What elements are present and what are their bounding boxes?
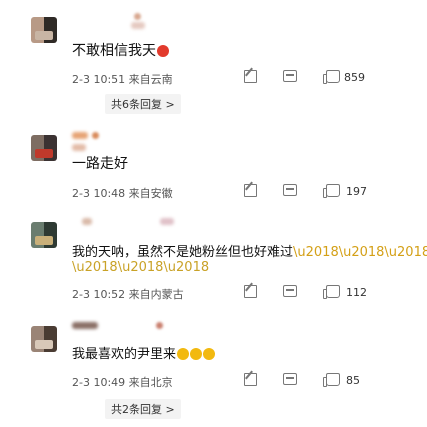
username-redacted[interactable] [72,132,88,139]
username-redacted[interactable] [134,13,141,20]
comment-text: 我的天呐，虽然不是她粉丝但也好难过\u2018\u2018\u2018 [72,245,427,260]
comment-text: 不敢相信我天 [72,40,169,60]
comment-item: 我最喜欢的尹里来 2-3 10:49 来自北京 85 共2条回复 > [0,310,427,427]
reply-icon[interactable] [283,373,297,385]
comment-text: 一路走好 [72,156,128,172]
like-icon[interactable] [323,70,340,84]
emoji-icon [177,348,190,360]
like-count: 112 [346,286,367,299]
apple-emoji-icon [157,45,169,57]
comment-item: 我的天呐，虽然不是她粉丝但也好难过\u2018\u2018\u2018 \u20… [0,210,427,305]
like-count: 197 [346,185,367,198]
like-icon[interactable] [323,285,340,299]
username-redacted[interactable] [82,218,92,225]
avatar[interactable] [31,17,57,43]
avatar[interactable] [31,222,57,248]
like-count: 859 [344,71,365,84]
comment-meta: 2-3 10:52 来自内蒙古 [72,288,184,301]
replies-link[interactable]: 共6条回复 > [105,94,181,114]
emoji-icon [190,348,203,360]
like-count: 85 [346,374,360,387]
edit-icon[interactable] [244,70,257,83]
comment-item: 不敢相信我天 2-3 10:51 来自云南 859 共6条回复 > [0,0,427,115]
comment-meta: 2-3 10:51 来自云南 [72,73,173,86]
avatar[interactable] [31,135,57,161]
emoji-icon [203,348,216,360]
edit-icon[interactable] [244,285,257,298]
edit-icon[interactable] [244,184,257,197]
comment-meta: 2-3 10:49 来自北京 [72,376,173,389]
comment-text: 我最喜欢的尹里来 [72,343,216,362]
reply-icon[interactable] [283,184,297,196]
like-icon[interactable] [323,184,340,198]
reply-icon[interactable] [283,70,297,82]
reply-icon[interactable] [283,285,297,297]
avatar[interactable] [31,326,57,352]
replies-link[interactable]: 共2条回复 > [105,399,181,419]
comment-meta: 2-3 10:48 来自安徽 [72,187,173,200]
like-icon[interactable] [323,373,340,387]
edit-icon[interactable] [244,373,257,386]
comment-text-line2: \u2018\u2018\u2018 [72,260,210,275]
comment-item: 一路走好 2-3 10:48 来自安徽 197 [0,120,427,215]
username-redacted[interactable] [72,322,98,329]
